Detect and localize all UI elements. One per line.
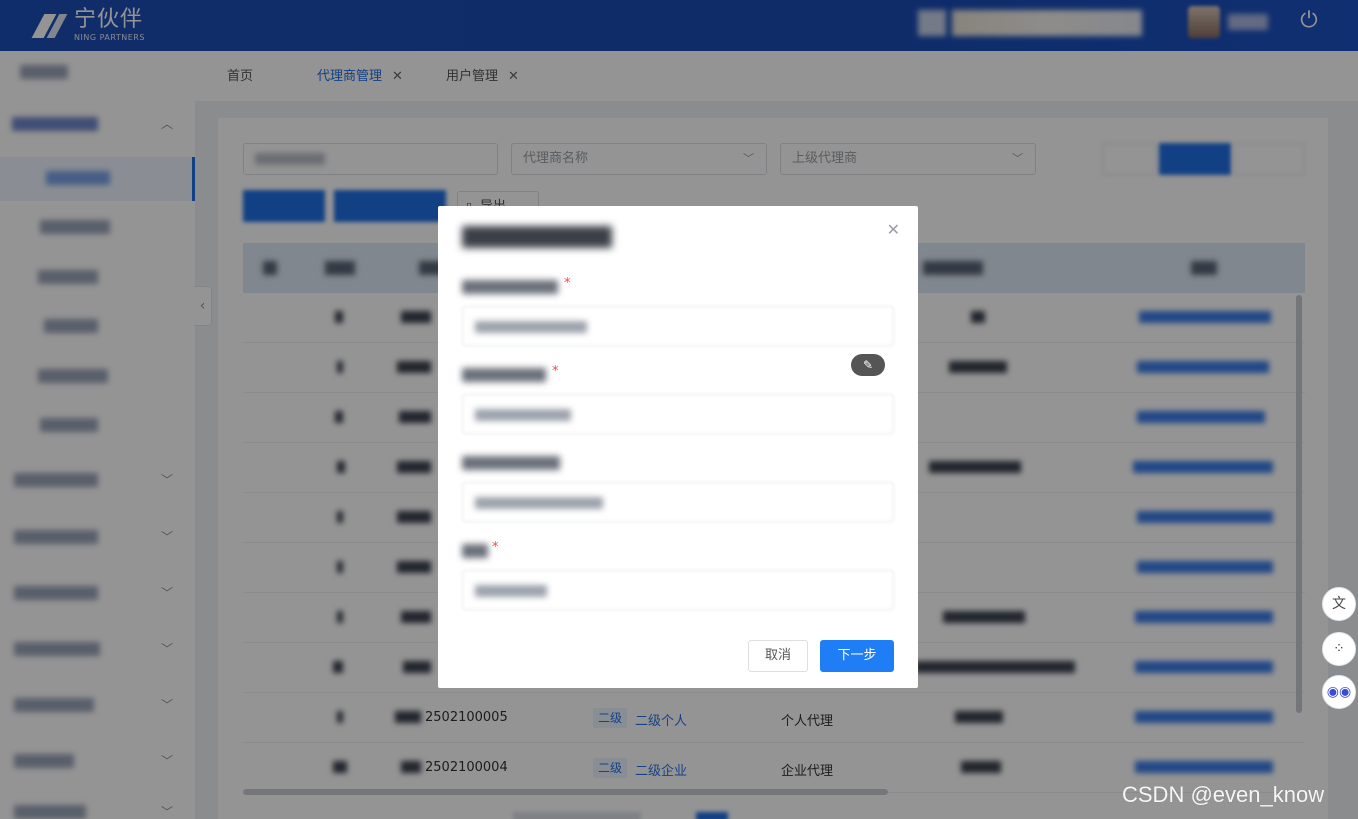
required-mark: * [552,364,559,379]
modal-title-redacted [462,226,612,248]
close-icon[interactable]: ✕ [887,220,900,239]
magic-wand-icon[interactable]: ✎ [851,354,885,376]
form-input-1[interactable] [462,306,894,346]
form-input-2[interactable] [462,394,894,434]
form-label-redacted [462,280,558,294]
next-step-button[interactable]: 下一步 [820,640,894,672]
translate-icon[interactable]: 文 [1322,587,1356,621]
watermark: CSDN @even_know [1122,782,1325,807]
apps-grid-icon[interactable]: ⁘ [1322,632,1356,666]
required-mark: * [492,540,499,555]
form-select-4[interactable] [462,570,894,610]
form-label-redacted [462,456,560,470]
form-label-redacted [462,368,546,382]
required-mark: * [564,276,571,291]
modal-dialog: ✕ * ✎ * * 取消 下一步 [438,206,918,688]
cancel-button[interactable]: 取消 [748,640,808,672]
assistant-bot-icon[interactable]: ◉◉ [1322,675,1356,709]
form-select-3[interactable] [462,482,894,522]
form-label-redacted [462,544,488,558]
